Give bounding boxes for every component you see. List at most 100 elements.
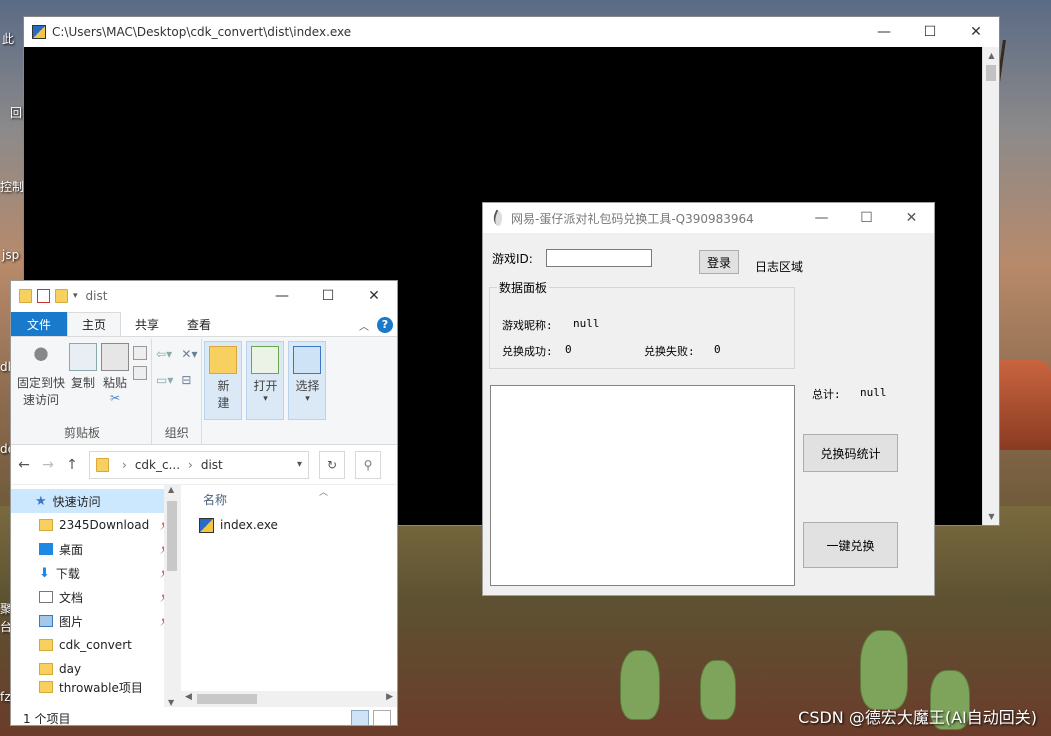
desktop-icon-label[interactable]: 控制 [0, 178, 24, 195]
file-name: index.exe [220, 518, 278, 532]
nav-scrollbar[interactable]: ▲ ▼ [164, 485, 180, 707]
back-arrow-icon[interactable]: ← [17, 457, 31, 473]
maximize-button[interactable]: ☐ [844, 203, 889, 233]
tool-titlebar[interactable]: 网易-蛋仔派对礼包码兑换工具-Q390983964 — ☐ ✕ [483, 203, 934, 233]
delete-icon[interactable]: ✕▾ [181, 347, 197, 361]
cut-icon[interactable]: ✂ [110, 391, 120, 405]
console-titlebar[interactable]: C:\Users\MAC\Desktop\cdk_convert\dist\in… [24, 17, 999, 47]
maximize-button[interactable]: ☐ [305, 281, 351, 311]
minimize-button[interactable]: — [259, 281, 305, 311]
address-bar[interactable]: › cdk_c... › dist ▾ [89, 450, 309, 479]
nav-item-2345download[interactable]: 2345Download 📌 [11, 513, 180, 537]
tab-home[interactable]: 主页 [67, 312, 122, 336]
scroll-up-arrow-icon[interactable]: ▲ [983, 47, 1000, 64]
code-stats-button[interactable]: 兑换码统计 [803, 434, 898, 472]
console-scrollbar[interactable]: ▲ ▼ [982, 47, 999, 525]
copy-path-icon[interactable] [133, 346, 148, 360]
redeem-tool-window[interactable]: 网易-蛋仔派对礼包码兑换工具-Q390983964 — ☐ ✕ 游戏ID: 登录… [482, 202, 935, 596]
move-to-icon[interactable]: ⇦▾ [156, 347, 173, 361]
collapse-ribbon-icon[interactable]: ︿ [359, 318, 369, 333]
nav-item-desktop[interactable]: 桌面 📌 [11, 537, 180, 561]
scroll-up-arrow-icon[interactable]: ▲ [168, 485, 174, 494]
organize-group: ⇦▾ ▭▾ ✕▾ ⊟ 组织 [152, 339, 203, 444]
picture-icon [39, 615, 53, 627]
new-label-line1: 新 [217, 379, 230, 393]
address-dropdown-icon[interactable]: ▾ [297, 459, 302, 470]
folder-icon [19, 289, 32, 303]
forward-arrow-icon[interactable]: → [41, 457, 55, 473]
close-button[interactable]: ✕ [351, 281, 397, 311]
quick-access-dropdown-icon[interactable]: ▾ [73, 291, 78, 301]
open-button[interactable]: 打开 ▾ [251, 342, 280, 404]
desktop-icon-label[interactable]: jsp [2, 248, 19, 262]
scrollbar-thumb[interactable] [167, 501, 177, 571]
scroll-left-arrow-icon[interactable]: ◀ [185, 692, 192, 702]
desktop-icon-label[interactable]: 回 [10, 104, 22, 121]
desktop-icon-label[interactable]: 此 [2, 30, 14, 47]
game-id-input[interactable] [546, 249, 652, 267]
select-button[interactable]: 选择 ▾ [293, 342, 322, 404]
search-icon[interactable]: ⚲ [355, 450, 381, 479]
nav-item-throwable[interactable]: throwable项目 [11, 681, 180, 693]
select-group: 选择 ▾ [288, 341, 327, 420]
sort-ascending-icon: ︿ [319, 488, 329, 498]
scroll-down-arrow-icon[interactable]: ▼ [983, 508, 1000, 525]
scrollbar-thumb[interactable] [986, 65, 996, 81]
pin-icon [27, 343, 55, 371]
up-arrow-icon[interactable]: ↑ [65, 457, 79, 473]
paste-label: 粘贴 [103, 376, 128, 390]
scrollbar-thumb[interactable] [197, 694, 257, 704]
properties-icon[interactable] [37, 289, 50, 303]
log-textarea[interactable] [490, 385, 795, 586]
details-view-icon[interactable] [351, 710, 369, 726]
copy-button[interactable]: 复制 [69, 339, 98, 422]
pin-quick-access-button[interactable]: 固定到快 速访问 [17, 339, 65, 422]
explorer-titlebar[interactable]: ▾ dist — ☐ ✕ [11, 281, 397, 311]
nav-item-day[interactable]: day [11, 657, 180, 681]
refresh-icon[interactable]: ↻ [319, 450, 345, 479]
minimize-button[interactable]: — [861, 17, 907, 47]
new-item-button[interactable]: 新 建 [209, 342, 238, 411]
large-icons-view-icon[interactable] [373, 710, 391, 726]
maximize-button[interactable]: ☐ [907, 17, 953, 47]
explorer-title: dist [85, 289, 108, 303]
pin-label-line1: 固定到快 [17, 376, 66, 390]
open-label: 打开 [253, 379, 278, 393]
new-folder-icon[interactable] [55, 289, 68, 303]
breadcrumb-item[interactable]: dist [201, 458, 289, 472]
tab-view[interactable]: 查看 [173, 312, 225, 336]
close-button[interactable]: ✕ [953, 17, 999, 47]
column-header-name[interactable]: ︿ 名称 [181, 485, 397, 513]
nav-item-cdk-convert[interactable]: cdk_convert [11, 633, 180, 657]
chevron-down-icon: ▾ [305, 394, 310, 404]
download-icon: ⬇ [39, 565, 50, 581]
login-button[interactable]: 登录 [699, 250, 739, 274]
folder-icon [39, 519, 53, 531]
total-label: 总计: [812, 388, 841, 401]
console-title: C:\Users\MAC\Desktop\cdk_convert\dist\in… [52, 25, 352, 39]
help-icon[interactable]: ? [377, 317, 393, 333]
desktop-icon-label[interactable]: fz [0, 690, 11, 704]
close-button[interactable]: ✕ [889, 203, 934, 233]
tab-file[interactable]: 文件 [11, 312, 67, 336]
rename-icon[interactable]: ⊟ [181, 373, 197, 387]
nav-item-pictures[interactable]: 图片 📌 [11, 609, 180, 633]
tab-share[interactable]: 共享 [121, 312, 173, 336]
minimize-button[interactable]: — [799, 203, 844, 233]
file-row[interactable]: index.exe [181, 513, 397, 537]
copy-to-icon[interactable]: ▭▾ [156, 373, 173, 387]
nav-item-documents[interactable]: 文档 📌 [11, 585, 180, 609]
total-value: null [860, 386, 887, 399]
breadcrumb-item[interactable]: cdk_c... [135, 458, 180, 472]
file-explorer-window[interactable]: ▾ dist — ☐ ✕ 文件 主页 共享 查看 ︿ ? 固定到快 速访问 复制… [10, 280, 398, 726]
horizontal-scrollbar[interactable]: ◀ ▶ [181, 691, 397, 707]
paste-shortcut-icon[interactable] [133, 366, 148, 380]
one-click-redeem-button[interactable]: 一键兑换 [803, 522, 898, 568]
nav-item-quick-access[interactable]: ★ 快速访问 [11, 489, 180, 513]
breadcrumb-separator-icon: › [122, 457, 127, 472]
paste-button[interactable]: 粘贴 ✂ [101, 339, 130, 422]
scroll-right-arrow-icon[interactable]: ▶ [386, 692, 393, 702]
chevron-down-icon: ▾ [263, 394, 268, 404]
nav-item-downloads[interactable]: ⬇ 下载 📌 [11, 561, 180, 585]
scroll-down-arrow-icon[interactable]: ▼ [168, 698, 174, 707]
